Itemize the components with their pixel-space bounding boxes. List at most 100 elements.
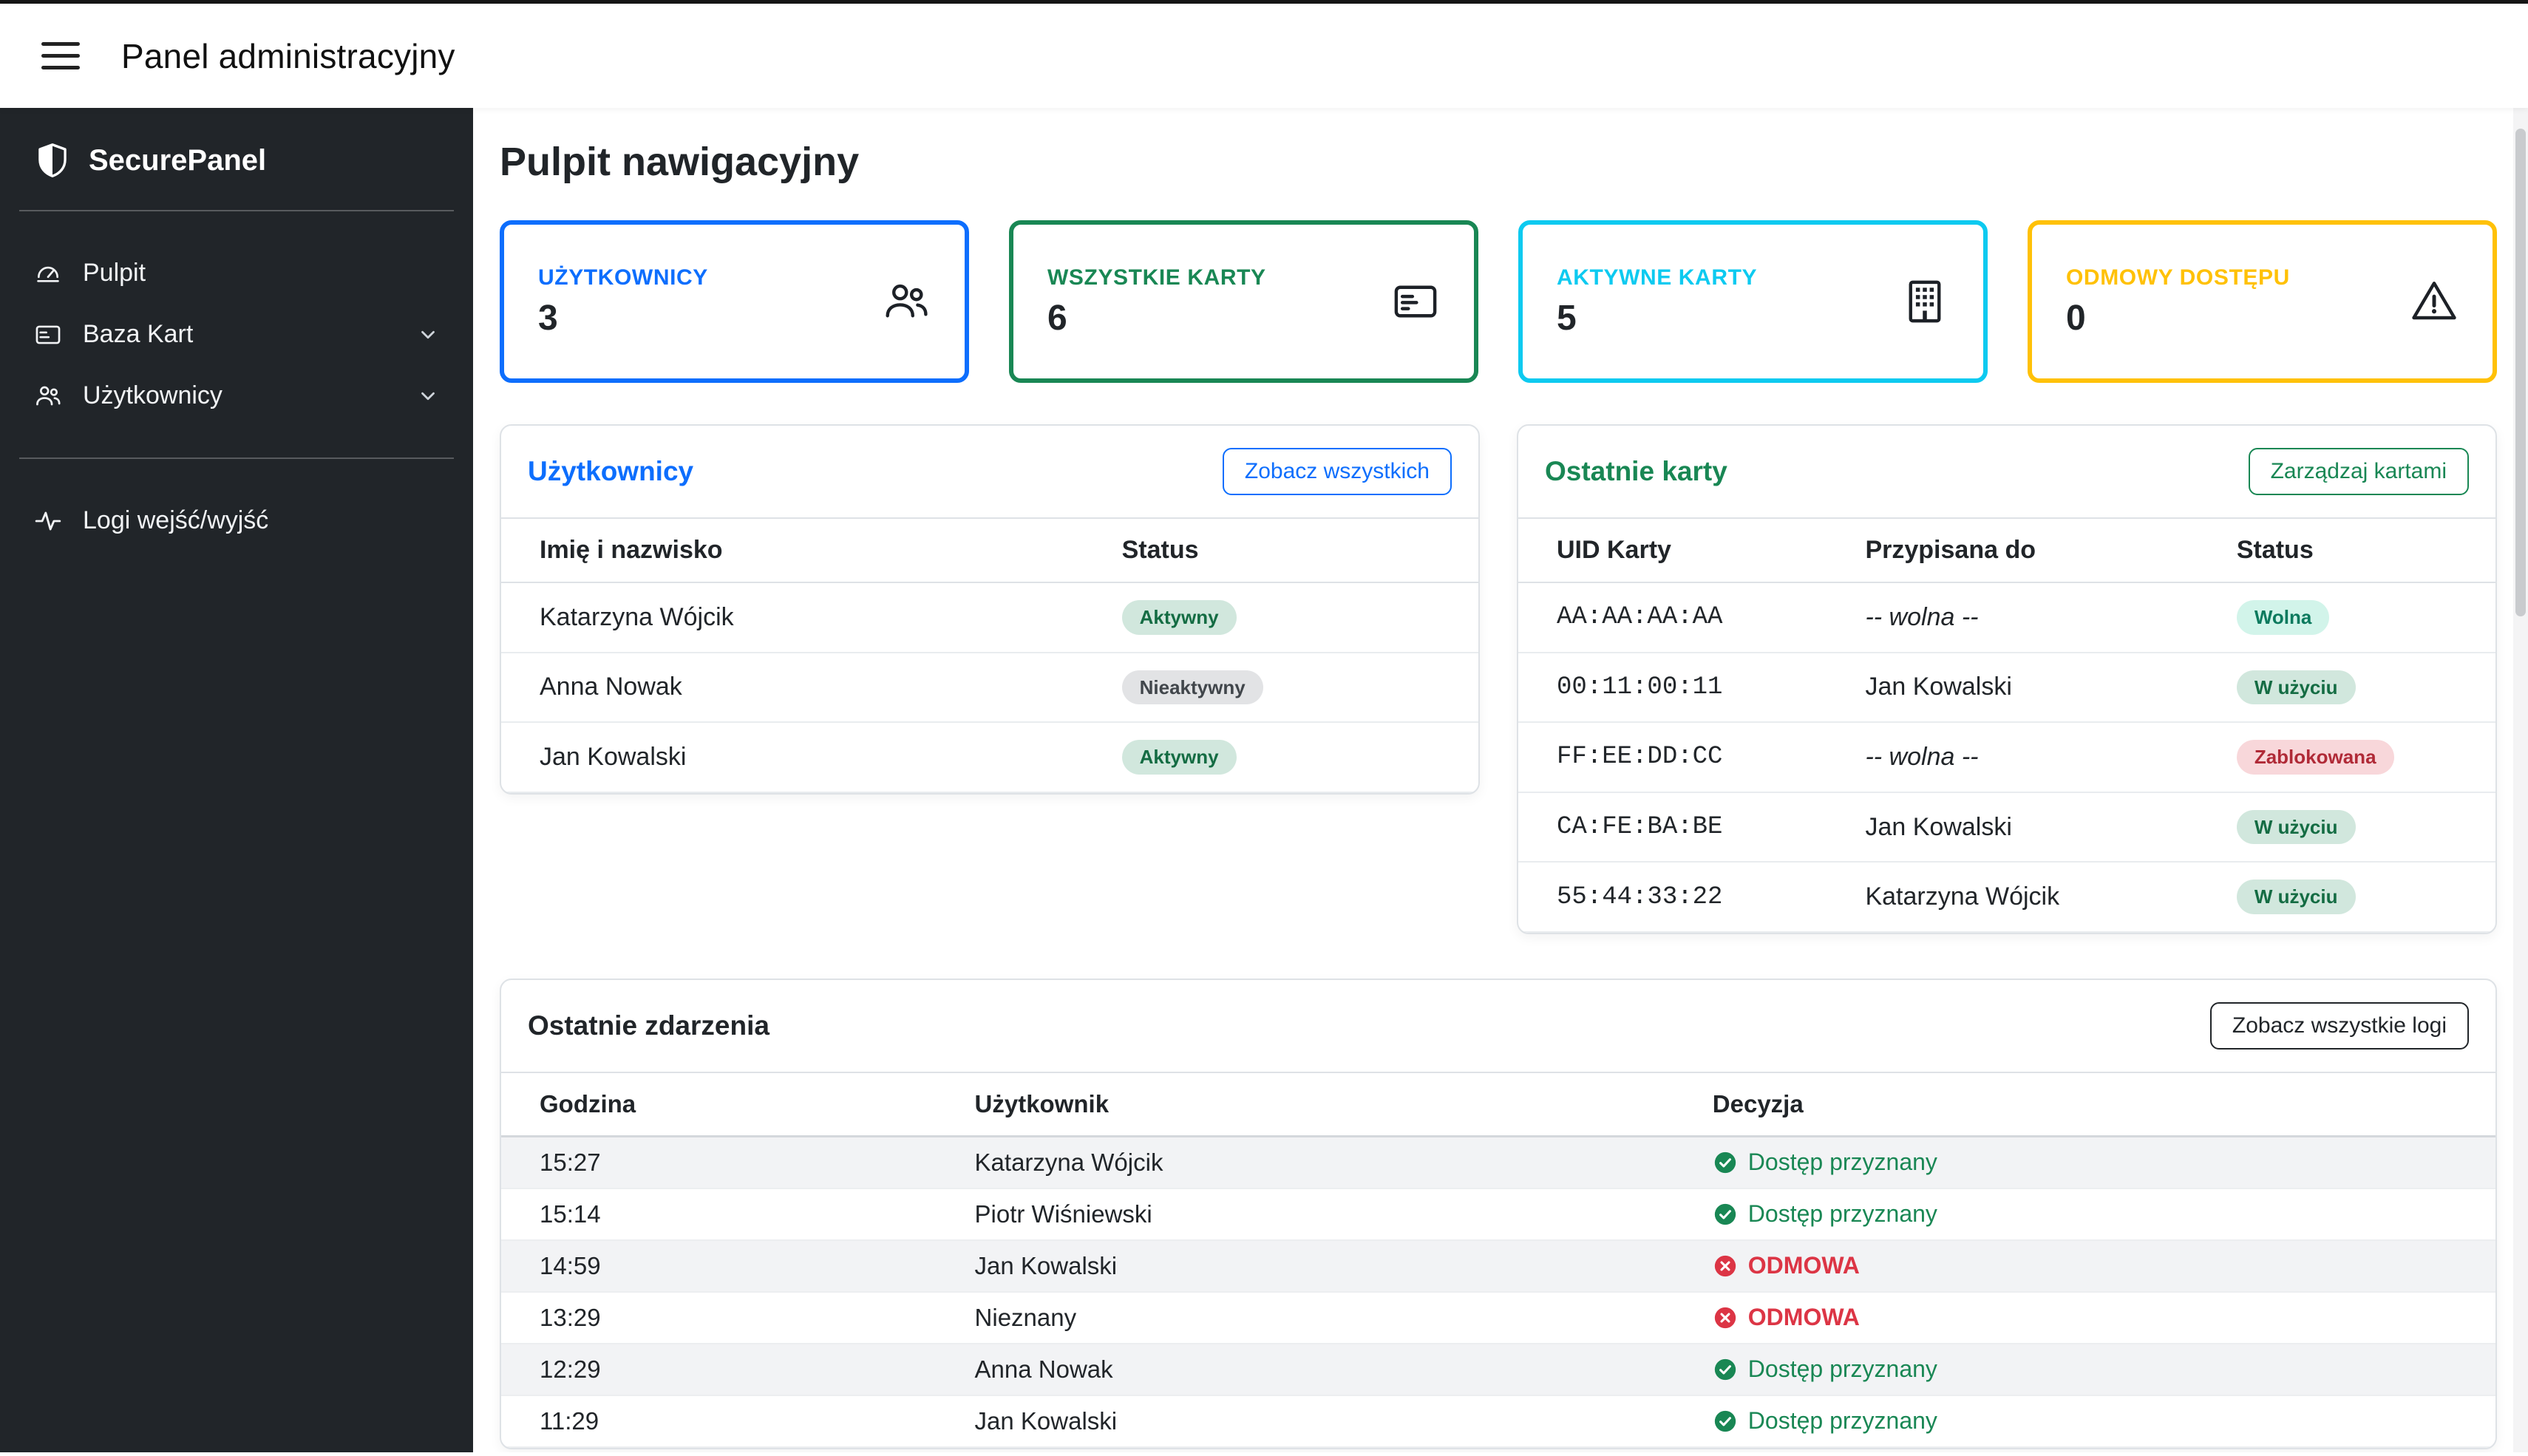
page-title: Pulpit nawigacyjny [500,140,860,184]
table-row: AA:AA:AA:AA -- wolna -- Wolna [1518,582,2495,653]
check-circle-icon [1714,1358,1736,1381]
stat-value: 6 [1047,298,1067,338]
table-row: Katarzyna Wójcik Aktywny [501,582,1478,653]
status-badge: W użyciu [2236,670,2356,705]
card-assigned: Jan Kowalski [1850,792,2222,863]
stat-value: 0 [2066,298,2086,338]
decision-denied: ODMOWA [1713,1252,2481,1279]
card-assigned: -- wolna -- [1850,722,2222,793]
event-user: Jan Kowalski [959,1239,1698,1293]
decision-text: Dostęp przyznany [1747,1407,1937,1435]
decision-text: Dostęp przyznany [1747,1149,1937,1176]
vertical-scrollbar[interactable] [2513,108,2528,1452]
decision-text: Dostęp przyznany [1747,1200,1937,1228]
decision-granted: Dostęp przyznany [1713,1355,2481,1383]
status-badge: Aktywny [1121,600,1237,635]
users-table: Imię i nazwisko Status Katarzyna Wójcik … [501,517,1478,793]
table-row: CA:FE:BA:BE Jan Kowalski W użyciu [1518,792,2495,863]
event-time: 13:29 [501,1291,960,1344]
decision-text: Dostęp przyznany [1747,1355,1937,1383]
events-table: Godzina Użytkownik Decyzja 15:27 Katarzy… [501,1071,2495,1448]
status-badge: Wolna [2236,600,2330,635]
card-uid: AA:AA:AA:AA [1518,582,1851,653]
main-content: Pulpit nawigacyjny UŻYTKOWNICY 3 WSZYSTK… [473,108,2528,1452]
table-row: 15:27 Katarzyna Wójcik Dostęp przyznany [501,1136,2495,1189]
manage-cards-button[interactable]: Zarządzaj kartami [2248,448,2469,495]
check-circle-icon [1714,1203,1736,1225]
status-badge: Zablokowana [2236,740,2394,775]
building-icon [1909,280,1941,323]
check-circle-icon [1714,1410,1736,1432]
status-badge: Nieaktywny [1121,670,1263,705]
card-assigned: -- wolna -- [1850,582,2222,653]
event-user: Anna Nowak [959,1343,1698,1396]
stat-card-all-cards: WSZYSTKIE KARTY 6 [1009,220,1478,383]
event-user: Katarzyna Wójcik [959,1136,1698,1189]
event-time: 15:14 [501,1188,960,1241]
sidebar-divider [19,457,454,459]
user-name: Anna Nowak [501,652,1107,724]
table-header-row: UID Karty Przypisana do Status [1518,517,2495,583]
events-panel-title: Ostatnie zdarzenia [528,1010,769,1041]
users-icon [36,386,61,405]
card-uid: 55:44:33:22 [1518,862,1851,933]
stat-label: AKTYWNE KARTY [1557,265,1758,290]
chevron-down-icon [421,330,435,339]
menu-toggle-button[interactable] [41,42,80,69]
card-assigned: Katarzyna Wójcik [1850,862,2222,933]
table-row: FF:EE:DD:CC -- wolna -- Zablokowana [1518,722,2495,793]
table-row: 12:29 Anna Nowak Dostęp przyznany [501,1343,2495,1396]
events-panel: Ostatnie zdarzenia Zobacz wszystkie logi… [500,978,2497,1449]
sidebar-item-baza-kart[interactable]: Baza Kart [0,304,473,365]
event-user: Nieznany [959,1291,1698,1344]
user-name: Katarzyna Wójcik [501,582,1107,653]
view-all-logs-button[interactable]: Zobacz wszystkie logi [2209,1001,2469,1050]
sidebar-nav: Pulpit Baza Kart Użytkownicy [0,242,473,426]
event-time: 15:27 [501,1136,960,1189]
card-uid: 00:11:00:11 [1518,652,1851,724]
stat-card-active-cards: AKTYWNE KARTY 5 [1518,220,1988,383]
cards-panel: Ostatnie karty Zarządzaj kartami UID Kar… [1517,424,2497,934]
event-time: 14:59 [501,1239,960,1293]
view-all-users-button[interactable]: Zobacz wszystkich [1222,448,1452,495]
sidebar-item-label: Logi wejść/wyjść [83,506,269,534]
cards-panel-title: Ostatnie karty [1545,456,1727,486]
user-name: Jan Kowalski [501,722,1107,793]
sidebar-item-uzytkownicy[interactable]: Użytkownicy [0,365,473,426]
column-header: Imię i nazwisko [501,517,1107,583]
event-user: Piotr Wiśniewski [959,1188,1698,1241]
table-row: Anna Nowak Nieaktywny [501,652,1478,724]
card-uid: FF:EE:DD:CC [1518,722,1851,793]
decision-granted: Dostęp przyznany [1713,1200,2481,1228]
table-row: 11:29 Jan Kowalski Dostęp przyznany [501,1395,2495,1448]
check-circle-icon [1714,1151,1736,1174]
users-icon [886,284,928,318]
dashboard-icon [37,266,59,282]
app-title: Panel administracyjny [121,36,455,75]
x-circle-icon [1714,1307,1736,1329]
table-row: 00:11:00:11 Jan Kowalski W użyciu [1518,652,2495,724]
table-row: 15:14 Piotr Wiśniewski Dostęp przyznany [501,1188,2495,1241]
table-row: 13:29 Nieznany ODMOWA [501,1291,2495,1344]
table-row: Jan Kowalski Aktywny [501,722,1478,793]
status-badge: W użyciu [2236,809,2356,845]
topbar: Panel administracyjny [0,0,2528,108]
scrollbar-thumb[interactable] [2515,129,2526,616]
stat-card-users: UŻYTKOWNICY 3 [500,220,969,383]
sidebar-item-logi[interactable]: Logi wejść/wyjść [0,490,473,551]
column-header: Godzina [501,1071,960,1137]
column-header: Decyzja [1697,1071,2495,1137]
stat-value: 3 [538,298,558,338]
card-icon [1394,285,1437,318]
activity-icon [35,511,61,531]
table-row: 14:59 Jan Kowalski ODMOWA [501,1239,2495,1293]
column-header: UID Karty [1518,517,1851,583]
stat-value: 5 [1557,298,1577,338]
stat-label: WSZYSTKIE KARTY [1047,265,1266,290]
stat-label: ODMOWY DOSTĘPU [2066,265,2290,290]
users-panel-title: Użytkownicy [528,456,694,486]
sidebar-item-pulpit[interactable]: Pulpit [0,242,473,304]
sidebar-item-label: Pulpit [83,259,146,287]
event-user: Jan Kowalski [959,1395,1698,1448]
table-row: 55:44:33:22 Katarzyna Wójcik W użyciu [1518,862,2495,933]
